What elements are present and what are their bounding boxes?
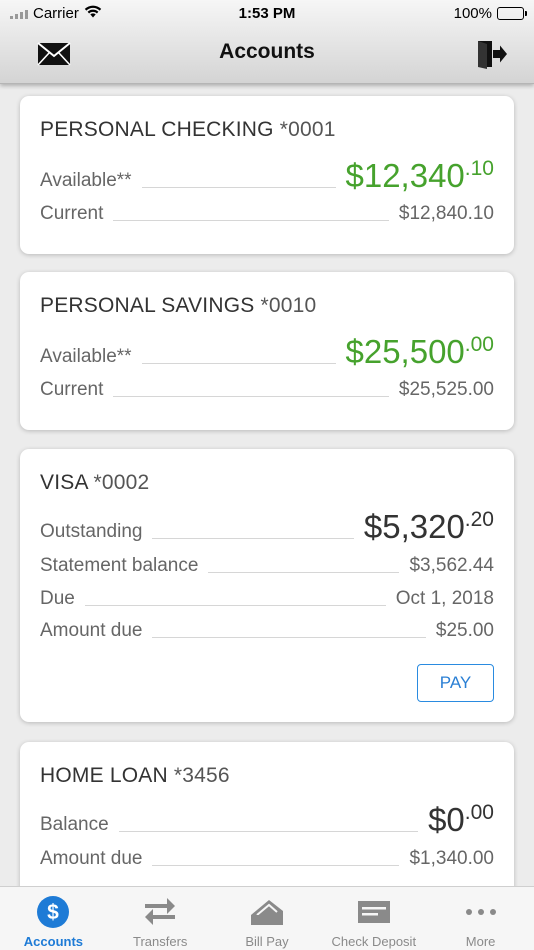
due-row: Due Oct 1, 2018 [40, 588, 494, 610]
account-card-savings[interactable]: PERSONAL SAVINGS *0010 Available** $25,5… [20, 272, 514, 430]
tab-check-deposit[interactable]: Check Deposit [320, 887, 427, 950]
account-number: *3456 [173, 764, 230, 787]
account-title: VISA *0002 [40, 471, 149, 495]
account-title: PERSONAL SAVINGS *0010 [40, 294, 316, 318]
dollar-circle-icon: $ [36, 895, 70, 929]
row-label: Current [40, 379, 104, 400]
current-amount: $12,840.10 [398, 203, 494, 224]
tab-bill-pay[interactable]: Bill Pay [214, 887, 321, 950]
amount-due: $1,340.00 [409, 848, 494, 869]
tab-bar: $ Accounts Transfers Bill Pay Check Depo… [0, 886, 534, 950]
amount-due-row: Amount due $1,340.00 [40, 848, 494, 870]
svg-text:$: $ [48, 901, 60, 924]
logout-button[interactable] [472, 38, 512, 70]
statement-balance-amount: $3,562.44 [409, 555, 494, 576]
due-date: Oct 1, 2018 [395, 588, 494, 609]
account-title: PERSONAL CHECKING *0001 [40, 118, 336, 142]
row-label: Current [40, 203, 104, 224]
tab-label: Check Deposit [331, 934, 417, 949]
tab-label: More [465, 934, 496, 949]
outstanding-amount: $5,320.20 [363, 508, 494, 545]
outstanding-row: Outstanding $5,320.20 [40, 509, 494, 543]
transfer-arrows-icon [143, 895, 177, 929]
current-row: Current $25,525.00 [40, 379, 494, 401]
row-label: Available** [40, 346, 132, 367]
account-number: *0001 [279, 118, 336, 141]
tab-label: Transfers [132, 934, 188, 949]
row-label: Statement balance [40, 555, 199, 576]
balance-amount: $0.00 [428, 801, 494, 838]
tab-more[interactable]: More [427, 887, 534, 950]
amount-due: $25.00 [435, 620, 494, 641]
available-row: Available** $12,340.10 [40, 158, 494, 192]
statement-balance-row: Statement balance $3,562.44 [40, 555, 494, 577]
account-card-checking[interactable]: PERSONAL CHECKING *0001 Available** $12,… [20, 96, 514, 254]
account-name: PERSONAL CHECKING [40, 118, 274, 141]
tab-label: Bill Pay [245, 934, 289, 949]
header: Carrier 1:53 PM 100% Accounts [0, 0, 534, 84]
status-bar: Carrier 1:53 PM 100% [0, 0, 534, 28]
check-icon [356, 895, 392, 929]
balance-row: Balance $0.00 [40, 802, 494, 836]
tab-transfers[interactable]: Transfers [107, 887, 214, 950]
current-amount: $25,525.00 [398, 379, 494, 400]
tab-label: Accounts [23, 934, 84, 949]
account-card-visa[interactable]: VISA *0002 Outstanding $5,320.20 Stateme… [20, 449, 514, 722]
current-row: Current $12,840.10 [40, 203, 494, 225]
account-name: PERSONAL SAVINGS [40, 294, 255, 317]
battery-icon [497, 7, 527, 20]
row-label: Due [40, 588, 75, 609]
account-title: HOME LOAN *3456 [40, 764, 230, 788]
account-name: HOME LOAN [40, 764, 168, 787]
account-number: *0010 [260, 294, 317, 317]
more-dots-icon [464, 895, 498, 929]
accounts-list[interactable]: PERSONAL CHECKING *0001 Available** $12,… [0, 84, 534, 886]
row-label: Available** [40, 170, 132, 191]
available-amount: $25,500.00 [345, 333, 495, 370]
row-label: Amount due [40, 620, 143, 641]
available-row: Available** $25,500.00 [40, 334, 494, 368]
row-label: Amount due [40, 848, 143, 869]
page-title: Accounts [219, 40, 315, 63]
available-amount: $12,340.10 [345, 157, 495, 194]
bill-pay-icon [249, 895, 285, 929]
battery-percent: 100% [453, 5, 492, 22]
tab-accounts[interactable]: $ Accounts [0, 887, 107, 950]
logout-icon [478, 41, 507, 69]
pay-button[interactable]: PAY [417, 664, 494, 702]
amount-due-row: Amount due $25.00 [40, 620, 494, 642]
account-name: VISA [40, 471, 88, 494]
account-number: *0002 [93, 471, 150, 494]
row-label: Outstanding [40, 521, 143, 542]
row-label: Balance [40, 814, 109, 835]
account-card-home-loan[interactable]: HOME LOAN *3456 Balance $0.00 Amount due… [20, 742, 514, 886]
